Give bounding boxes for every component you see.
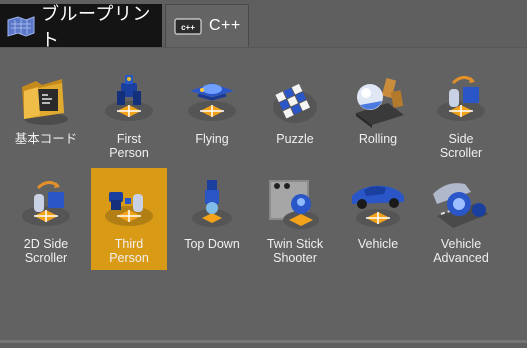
template-grid: 基本コード First Person Flying Puzzle Rolling… [0,47,527,341]
template-basic-code[interactable]: 基本コード [8,63,84,165]
panel-divider [0,340,527,343]
template-label: Rolling [358,132,398,146]
template-vehicle-advanced[interactable]: Vehicle Advanced [423,168,499,270]
2d-side-scroller-icon [12,170,80,234]
cpp-icon: c++ [174,15,204,37]
template-vehicle[interactable]: Vehicle [340,168,416,270]
template-label: 2D Side Scroller [23,237,69,265]
tab-blueprint[interactable]: ブループリント [0,4,162,50]
twin-stick-shooter-icon [261,170,329,234]
puzzle-blocks-icon [261,65,329,129]
template-side-scroller[interactable]: Side Scroller [423,63,499,165]
template-label: Flying [195,132,229,146]
vehicle-icon [344,170,412,234]
template-label: Twin Stick Shooter [266,237,324,265]
top-down-icon [178,170,246,234]
template-label: Vehicle Advanced [433,237,489,265]
template-label: Side Scroller [439,132,483,160]
template-first-person[interactable]: First Person [91,63,167,165]
template-label: Third Person [109,237,149,265]
template-twin-stick-shooter[interactable]: Twin Stick Shooter [257,168,333,270]
svg-text:c++: c++ [181,23,195,32]
third-person-icon [95,170,163,234]
template-rolling[interactable]: Rolling [340,63,416,165]
template-label: 基本コード [14,132,78,146]
basic-code-folder-icon [12,65,80,129]
template-label: Vehicle [357,237,399,251]
template-label: Puzzle [276,132,314,146]
rolling-ball-icon [344,65,412,129]
tab-label: ブループリント [41,3,151,50]
template-flying[interactable]: Flying [174,63,250,165]
template-label: First Person [109,132,149,160]
tab-cpp[interactable]: c++ C++ [165,4,249,47]
template-label: Top Down [184,237,240,251]
blueprint-icon [6,15,36,37]
template-puzzle[interactable]: Puzzle [257,63,333,165]
tab-label: C++ [209,17,241,34]
first-person-icon [95,65,163,129]
template-2d-side-scroller[interactable]: 2D Side Scroller [8,168,84,270]
template-top-down[interactable]: Top Down [174,168,250,270]
template-third-person[interactable]: Third Person [91,168,167,270]
vehicle-advanced-icon [427,170,495,234]
tab-bar: ブループリント c++ C++ [0,0,527,50]
side-scroller-icon [427,65,495,129]
flying-ship-icon [178,65,246,129]
